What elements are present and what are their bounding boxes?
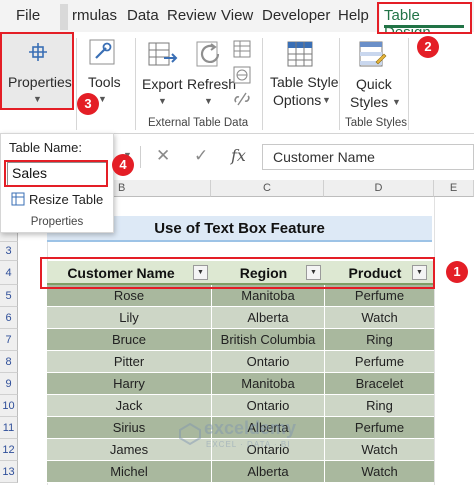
highlight-properties xyxy=(0,32,74,110)
highlight-table-header xyxy=(40,257,435,289)
row-header-5[interactable]: 5 xyxy=(0,285,18,307)
table-cell[interactable]: Perfume xyxy=(324,351,434,373)
table-name-label: Table Name: xyxy=(9,140,82,155)
table-cell[interactable]: British Columbia xyxy=(211,329,324,351)
unlink-icon[interactable] xyxy=(233,90,251,108)
resize-table-label: Resize Table xyxy=(29,192,104,207)
table-cell[interactable]: Ontario xyxy=(211,395,324,417)
row-header-9[interactable]: 9 xyxy=(0,373,18,395)
table-cell[interactable]: Bruce xyxy=(47,329,211,351)
row-header-11[interactable]: 11 xyxy=(0,417,18,439)
table-cell[interactable]: Manitoba xyxy=(211,373,324,395)
tab-help[interactable]: Help xyxy=(338,7,369,24)
badge-3: 3 xyxy=(77,93,99,115)
table-cell[interactable]: Ring xyxy=(324,329,434,351)
quick-styles-label-line1: Quick xyxy=(356,76,392,92)
table-properties-icon[interactable] xyxy=(233,40,251,58)
column-header-d[interactable]: D xyxy=(324,180,434,197)
table-style-options-label-line2: Options xyxy=(273,92,322,108)
group-divider xyxy=(408,38,409,130)
highlight-table-name xyxy=(4,160,108,187)
insert-function-icon[interactable]: fx xyxy=(231,146,246,165)
table-style-options-icon xyxy=(287,41,313,67)
table-cell[interactable]: Ring xyxy=(324,395,434,417)
cancel-icon[interactable]: ✕ xyxy=(156,146,170,166)
export-button[interactable]: Export ▼ xyxy=(140,34,184,110)
enter-icon[interactable]: ✓ xyxy=(194,146,208,166)
table-cell[interactable]: Harry xyxy=(47,373,211,395)
tab-view[interactable]: View xyxy=(221,7,253,24)
chevron-down-icon: ▼ xyxy=(204,96,213,106)
group-divider xyxy=(76,38,77,130)
row-header-6[interactable]: 6 xyxy=(0,307,18,329)
tab-developer[interactable]: Developer xyxy=(262,7,330,24)
chevron-down-icon: ▼ xyxy=(322,95,331,105)
chevron-down-icon: ▼ xyxy=(158,96,167,106)
resize-table-icon xyxy=(11,192,25,206)
table-style-options-label-line1: Table Style xyxy=(270,74,339,90)
external-table-data-group-label: External Table Data xyxy=(148,117,249,129)
table-cell[interactable]: Perfume xyxy=(324,417,434,439)
table-cell[interactable]: Watch xyxy=(324,439,434,461)
exceldemy-watermark: exceldemy EXCEL · DATA · BI xyxy=(178,418,308,452)
chevron-down-icon: ▼ xyxy=(392,97,401,107)
chevron-down-icon: ▼ xyxy=(98,94,107,104)
column-header-c[interactable]: C xyxy=(211,180,324,197)
row-header-4[interactable]: 4 xyxy=(0,261,18,285)
refresh-icon xyxy=(196,41,220,67)
tab-review[interactable]: Review xyxy=(167,7,216,24)
quick-styles-label-line2: Styles xyxy=(350,94,389,110)
quick-styles-button[interactable]: Quick Styles ▼ xyxy=(344,34,404,110)
tab-formulas[interactable]: rmulas xyxy=(72,7,117,24)
table-cell[interactable]: Lily xyxy=(47,307,211,329)
quick-styles-icon xyxy=(359,41,387,67)
row-header-12[interactable]: 12 xyxy=(0,439,18,461)
group-divider xyxy=(135,38,136,130)
row-header-7[interactable]: 7 xyxy=(0,329,18,351)
tab-divider xyxy=(60,4,68,30)
table-style-options-button[interactable]: Table Style Options ▼ xyxy=(266,34,339,110)
table-cell[interactable]: Pitter xyxy=(47,351,211,373)
table-cell[interactable]: Jack xyxy=(47,395,211,417)
tools-label: Tools xyxy=(88,74,121,90)
open-in-browser-icon[interactable] xyxy=(233,66,251,84)
refresh-button[interactable]: Refresh ▼ xyxy=(186,34,236,110)
table-cell[interactable]: Bracelet xyxy=(324,373,434,395)
row-header-13[interactable]: 13 xyxy=(0,461,18,483)
table-cell[interactable]: Watch xyxy=(324,307,434,329)
table-cell[interactable]: Alberta xyxy=(211,461,324,483)
table-cell[interactable]: Alberta xyxy=(211,307,324,329)
group-divider xyxy=(262,38,263,130)
tools-icon xyxy=(89,39,115,65)
refresh-label: Refresh xyxy=(187,76,237,92)
tab-data[interactable]: Data xyxy=(127,7,159,24)
row-header-3[interactable]: 3 xyxy=(0,242,18,261)
table-cell[interactable]: Ontario xyxy=(211,351,324,373)
export-label: Export xyxy=(142,76,183,92)
row-header-10[interactable]: 10 xyxy=(0,395,18,417)
gridline xyxy=(434,197,435,485)
badge-1: 1 xyxy=(446,261,468,283)
group-divider xyxy=(339,38,340,130)
row-header-8[interactable]: 8 xyxy=(0,351,18,373)
resize-table-button[interactable]: Resize Table xyxy=(11,192,103,207)
tab-file[interactable]: File xyxy=(16,7,40,24)
column-header-e[interactable]: E xyxy=(434,180,474,197)
export-icon xyxy=(148,42,178,66)
watermark-subtext: EXCEL · DATA · BI xyxy=(206,440,291,449)
formula-bar-divider xyxy=(140,146,141,168)
table-cell[interactable]: Michel xyxy=(47,461,211,483)
watermark-text: exceldemy xyxy=(204,418,297,438)
badge-2: 2 xyxy=(417,36,439,58)
formula-input[interactable]: Customer Name xyxy=(262,144,474,170)
properties-group-label: Properties xyxy=(30,216,84,228)
table-styles-group-label: Table Styles xyxy=(345,117,408,129)
highlight-table-design xyxy=(377,2,472,34)
watermark-logo-icon xyxy=(179,422,201,446)
table-cell[interactable]: Watch xyxy=(324,461,434,483)
badge-4: 4 xyxy=(112,154,134,176)
